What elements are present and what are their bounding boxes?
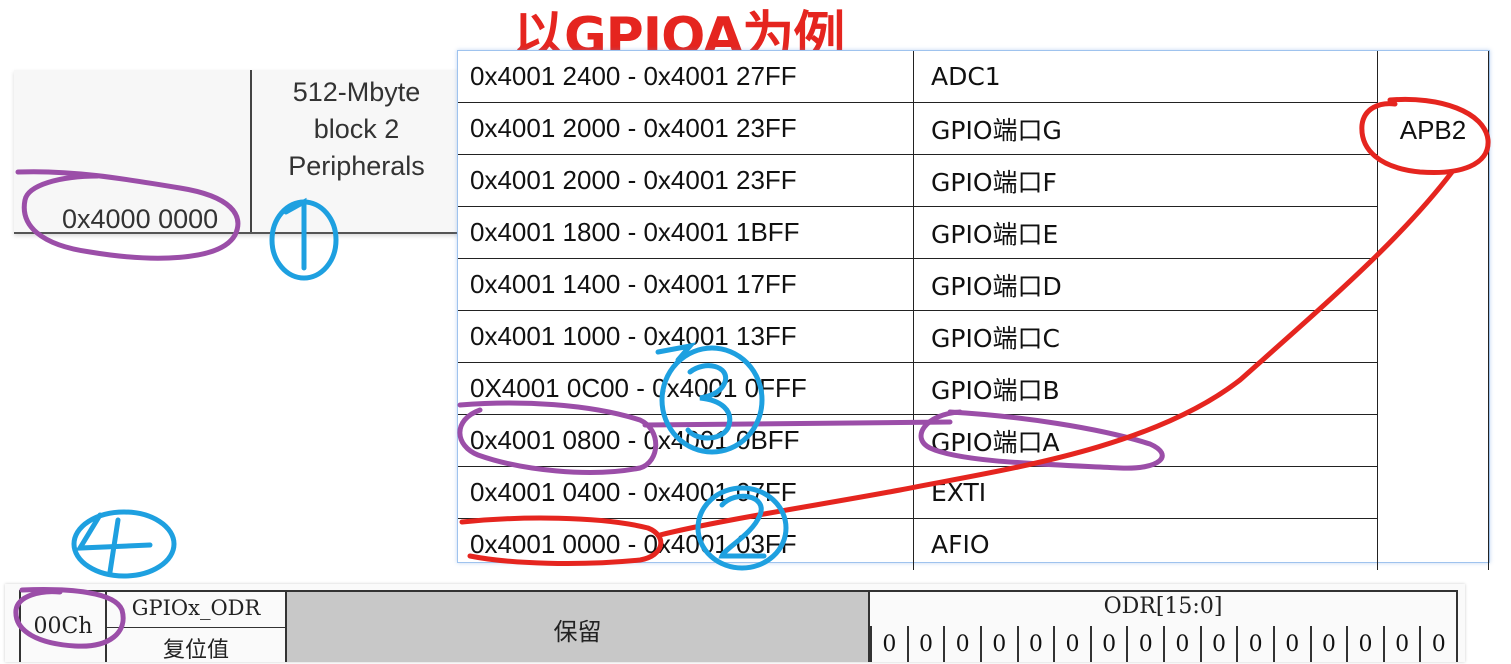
bit-value: 0 [1016,626,1054,662]
block-line: Peripherals [288,151,425,181]
peripheral-name-cell: GPIO端口E [913,206,1378,259]
peripheral-name-cell: GPIO端口G [913,102,1378,155]
memory-map-snippet: 0x4000 0000 512-Mbyte block 2 Peripheral… [14,70,459,234]
bit-value: 0 [870,626,907,662]
blue-mark-4 [71,509,177,579]
peripheral-name-cell: AFIO [913,518,1378,570]
bit-value: 0 [1163,626,1200,662]
peripheral-name-cell: GPIO端口B [913,362,1378,415]
block-line: 512-Mbyte [292,77,421,107]
block-line: block 2 [313,114,400,144]
address-range-cell: 0x4001 1400 - 0x4001 17FF [458,258,914,311]
bus-cell: APB2 [1377,51,1489,570]
address-range-cell: 0x4001 2400 - 0x4001 27FF [458,51,914,103]
bit-value: 0 [1236,626,1273,662]
memory-map-address: 0x4000 0000 [62,204,219,234]
address-range-cell: 0x4001 2000 - 0x4001 23FF [458,102,914,155]
peripheral-name-cell: ADC1 [913,51,1378,103]
table-row: 0x4001 0800 - 0x4001 0BFF GPIO端口A [458,414,1489,467]
address-table: 0x4001 2400 - 0x4001 27FF ADC1 APB2 0x40… [457,50,1490,570]
address-range-cell: 0x4001 0800 - 0x4001 0BFF [458,414,914,467]
table-row: 0x4001 1400 - 0x4001 17FF GPIO端口D [458,258,1489,311]
bit-value: 0 [1309,626,1347,662]
bit-value: 0 [943,626,980,662]
table-row: 0x4001 2000 - 0x4001 23FF GPIO端口F [458,154,1489,207]
bit-value: 0 [1053,626,1090,662]
table-row: 0x4001 2000 - 0x4001 23FF GPIO端口G [458,102,1489,155]
register-name: GPIOx_ODR [107,590,285,628]
table-row: 0x4001 0000 - 0x4001 03FF AFIO [458,518,1489,570]
table-row: 0x4001 2400 - 0x4001 27FF ADC1 APB2 [458,51,1489,570]
table-row: 0x4001 0400 - 0x4001 07FF EXTI [458,466,1489,519]
peripheral-name-cell: GPIO端口C [913,310,1378,363]
reserved-bits: 保留 [285,590,870,662]
bit-value: 0 [1089,626,1127,662]
bit-value: 0 [1272,626,1310,662]
address-table-grid: 0x4001 2400 - 0x4001 27FF ADC1 APB2 0x40… [458,51,1489,570]
reset-value-label: 复位值 [162,638,229,663]
bit-value: 0 [1199,626,1237,662]
bit-value: 0 [1346,626,1383,662]
table-row: 0x4001 1000 - 0x4001 13FF GPIO端口C [458,310,1489,363]
address-range-cell: 0x4001 0000 - 0x4001 03FF [458,518,914,570]
bit-value: 0 [979,626,1017,662]
bit-value: 0 [1126,626,1163,662]
peripheral-name-cell: GPIO端口D [913,258,1378,311]
table-row: 0x4001 1800 - 0x4001 1BFF GPIO端口E [458,206,1489,259]
bit-value: 0 [1419,626,1456,662]
peripheral-name-cell: EXTI [913,466,1378,519]
memory-map-divider [250,70,252,232]
table-row: 0X4001 0C00 - 0x4001 0FFF GPIO端口B [458,362,1489,415]
address-range-cell: 0x4001 1800 - 0x4001 1BFF [458,206,914,259]
address-range-cell: 0x4001 2000 - 0x4001 23FF [458,154,914,207]
bus-label: APB2 [1399,115,1467,145]
bit-value: 0 [1382,626,1420,662]
address-range-cell: 0x4001 0400 - 0x4001 07FF [458,466,914,519]
peripheral-name-cell: GPIO端口A [913,414,1378,467]
address-range-cell: 0x4001 1000 - 0x4001 13FF [458,310,914,363]
odr-bit-values: 0 0 0 0 0 0 0 0 0 0 0 0 0 0 0 0 [870,626,1458,662]
odr-field-label: ODR[15:0] [870,590,1458,626]
address-range-cell: 0X4001 0C00 - 0x4001 0FFF [458,362,914,415]
bit-value: 0 [906,626,944,662]
register-row: 00Ch GPIOx_ODR 复位值 保留 ODR[15:0] 0 0 0 0 … [5,584,1465,663]
memory-map-block-label: 512-Mbyte block 2 Peripherals [254,74,459,185]
register-offset: 00Ch [19,590,107,662]
peripheral-name-cell: GPIO端口F [913,154,1378,207]
